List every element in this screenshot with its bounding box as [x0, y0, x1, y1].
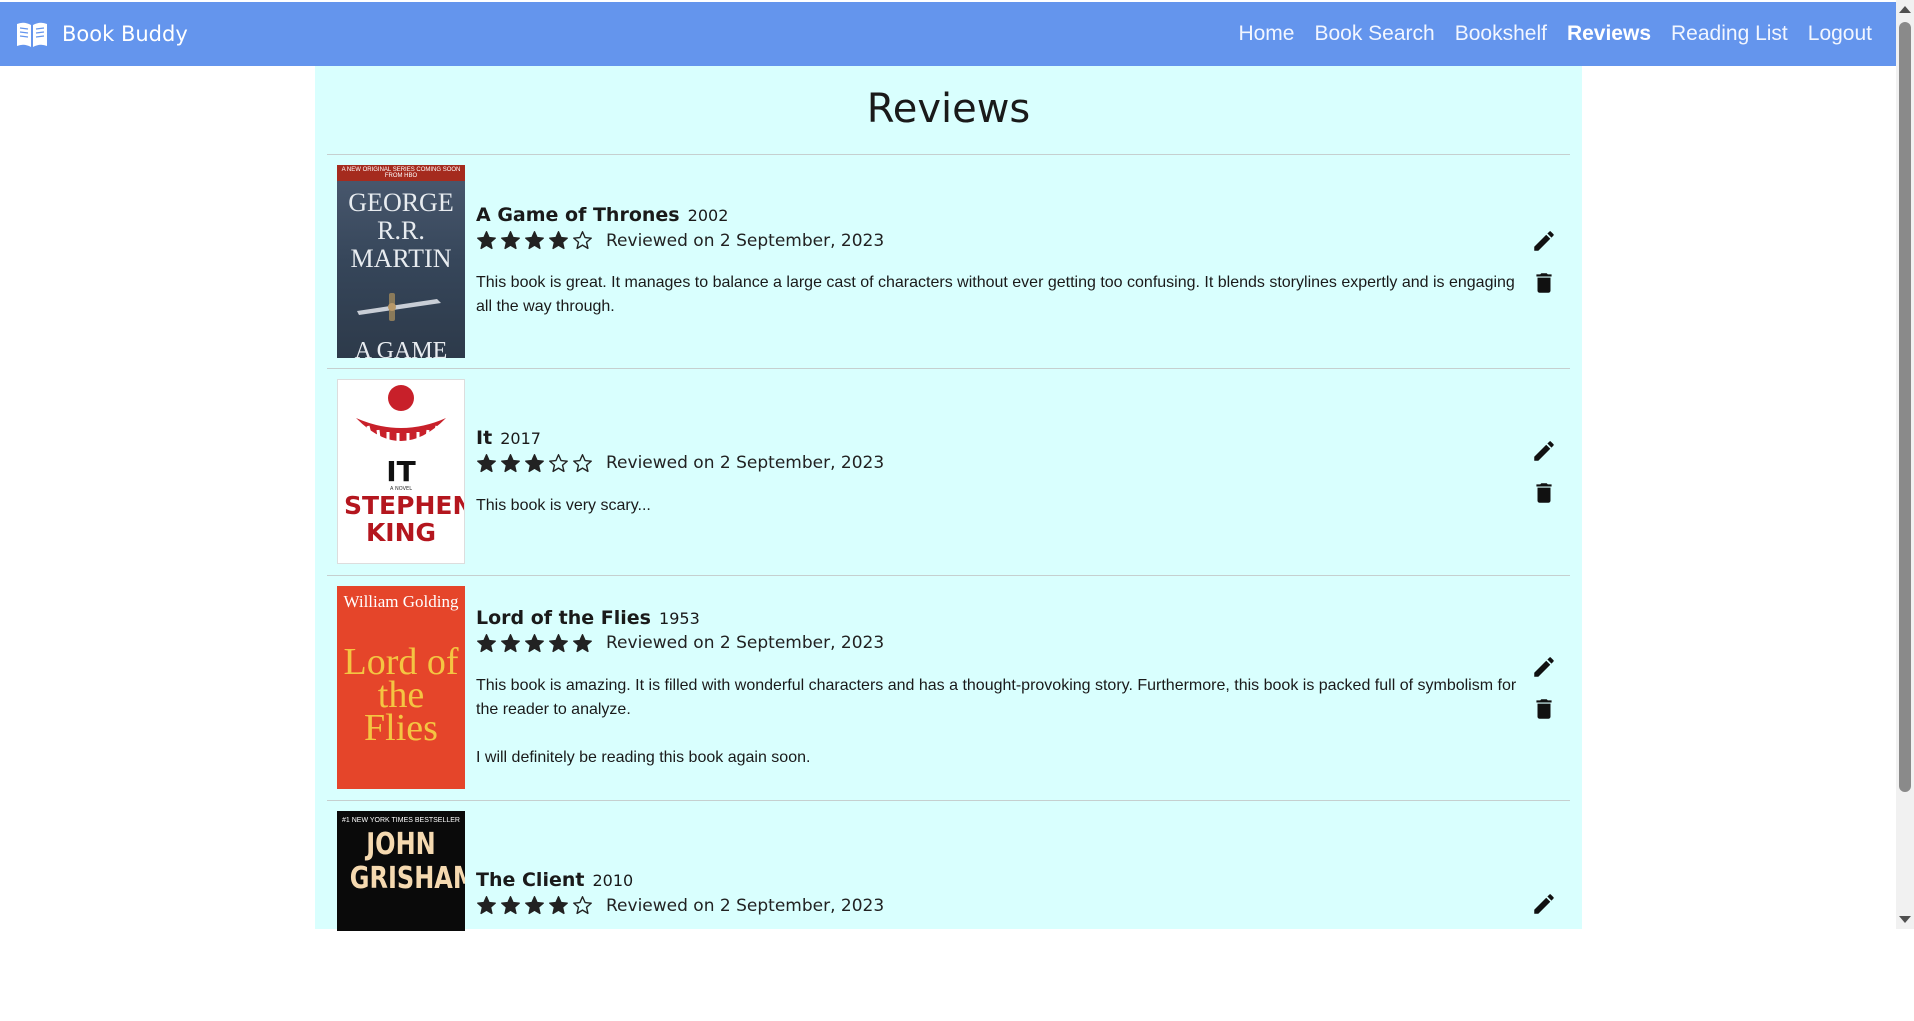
pencil-icon[interactable]: [1531, 891, 1557, 917]
nav-link-home[interactable]: Home: [1238, 22, 1294, 46]
page-scrollbar[interactable]: [1896, 0, 1914, 929]
nav-link-bookshelf[interactable]: Bookshelf: [1455, 22, 1547, 46]
review-text: This book is amazing. It is filled with …: [476, 676, 1517, 766]
cover-top-banner: #1 NEW YORK TIMES BESTSELLER: [341, 817, 460, 824]
star-filled-icon: [477, 633, 496, 652]
cover-author: STEPHEN KING: [344, 491, 465, 547]
review-body: Lord of the Flies 1953 Reviewed on 2 Sep…: [465, 586, 1517, 790]
star-filled-icon: [501, 633, 520, 652]
star-rating: [476, 633, 593, 654]
open-book-icon: [17, 22, 47, 47]
review-item: IT A NOVEL STEPHEN KING It 2017 Reviewed…: [327, 369, 1570, 576]
reviewed-date: Reviewed on 2 September, 2023: [606, 633, 885, 653]
nav-link-reviews[interactable]: Reviews: [1567, 22, 1651, 46]
scroll-down-arrow-icon[interactable]: [1899, 916, 1911, 923]
nav-link-reading-list[interactable]: Reading List: [1671, 22, 1788, 46]
nav-link-logout[interactable]: Logout: [1808, 22, 1872, 46]
star-filled-icon: [525, 231, 544, 250]
reviewed-date: Reviewed on 2 September, 2023: [606, 895, 885, 916]
book-title: The Client: [476, 869, 585, 891]
star-filled-icon: [477, 231, 496, 250]
review-body: A Game of Thrones 2002 Reviewed on 2 Sep…: [465, 165, 1517, 358]
nav-links: Home Book Search Bookshelf Reviews Readi…: [1238, 22, 1872, 46]
review-item: William Golding Lord of the Flies Lord o…: [327, 576, 1570, 801]
rating-row: Reviewed on 2 September, 2023: [476, 453, 1517, 474]
sword-image: [357, 293, 441, 321]
book-year: 2002: [687, 206, 729, 225]
star-filled-icon: [477, 896, 496, 915]
book-cover: A NEW ORIGINAL SERIES COMING SOON FROM H…: [337, 165, 465, 358]
review-title-row: Lord of the Flies 1953: [476, 607, 1517, 629]
book-title: It: [476, 426, 493, 449]
star-empty-icon: [549, 453, 568, 472]
nav-link-book-search[interactable]: Book Search: [1314, 22, 1434, 46]
book-cover: #1 NEW YORK TIMES BESTSELLER JOHN GRISHA…: [337, 811, 465, 931]
star-rating: [476, 230, 593, 251]
review-actions: [1517, 379, 1570, 565]
book-year: 1953: [659, 608, 700, 628]
book-year: 2017: [500, 428, 541, 448]
star-filled-icon: [501, 896, 520, 915]
book-cover: IT A NOVEL STEPHEN KING: [337, 379, 465, 564]
trash-icon[interactable]: [1531, 696, 1557, 722]
review-actions: [1517, 811, 1570, 1011]
star-filled-icon: [549, 231, 568, 250]
pencil-icon[interactable]: [1531, 228, 1557, 254]
review-body: It 2017 Reviewed on 2 September, 2023 Th…: [465, 379, 1517, 565]
review-actions: [1517, 165, 1570, 358]
pencil-icon[interactable]: [1531, 654, 1557, 680]
review-body: The Client 2010 Reviewed on 2 September,…: [465, 811, 1517, 1011]
review-text: This book is great. It manages to balanc…: [476, 274, 1515, 315]
navbar: Book Buddy Home Book Search Bookshelf Re…: [0, 0, 1896, 66]
review-title-row: The Client 2010: [476, 869, 1517, 891]
cover-author: JOHN GRISHAM: [349, 827, 465, 896]
star-filled-icon: [477, 453, 496, 472]
review-item: A NEW ORIGINAL SERIES COMING SOON FROM H…: [327, 155, 1570, 369]
cover-author: William Golding: [343, 592, 459, 611]
trash-icon[interactable]: [1531, 270, 1557, 296]
rating-row: Reviewed on 2 September, 2023: [476, 895, 1517, 916]
star-filled-icon: [525, 453, 544, 472]
cover-top-banner: A NEW ORIGINAL SERIES COMING SOON FROM H…: [337, 165, 465, 181]
star-empty-icon: [573, 231, 592, 250]
cover-title: IT: [386, 455, 416, 488]
review-text: This book is very scary...: [476, 496, 651, 514]
cover-author: GEORGE R.R. MARTIN: [348, 188, 454, 273]
star-filled-icon: [549, 896, 568, 915]
trash-icon[interactable]: [1531, 480, 1557, 506]
scroll-thumb[interactable]: [1899, 22, 1911, 792]
reviewed-date: Reviewed on 2 September, 2023: [606, 453, 885, 473]
book-title: Lord of the Flies: [476, 606, 651, 629]
brand[interactable]: Book Buddy: [14, 16, 188, 52]
cover-title: A GAME OF THRONES: [354, 338, 448, 358]
review-actions: [1517, 586, 1570, 790]
pencil-icon[interactable]: [1531, 438, 1557, 464]
star-filled-icon: [501, 453, 520, 472]
star-filled-icon: [549, 633, 568, 652]
reviews-panel: Reviews A NEW ORIGINAL SERIES COMING SOO…: [315, 66, 1582, 931]
star-rating: [476, 895, 593, 916]
star-filled-icon: [525, 896, 544, 915]
star-filled-icon: [525, 633, 544, 652]
star-empty-icon: [573, 453, 592, 472]
star-rating: [476, 453, 593, 474]
page-title: Reviews: [327, 66, 1570, 155]
reviewed-date: Reviewed on 2 September, 2023: [606, 230, 885, 251]
star-empty-icon: [573, 896, 592, 915]
star-filled-icon: [501, 231, 520, 250]
review-title-row: It 2017: [476, 427, 1517, 449]
book-year: 2010: [592, 871, 634, 890]
brand-name: Book Buddy: [62, 22, 188, 46]
rating-row: Reviewed on 2 September, 2023: [476, 230, 1517, 251]
book-cover: William Golding Lord of the Flies: [337, 586, 465, 789]
review-item: #1 NEW YORK TIMES BESTSELLER JOHN GRISHA…: [327, 801, 1570, 1021]
cover-title: Lord of the Flies: [343, 641, 459, 749]
book-title: A Game of Thrones: [476, 204, 680, 226]
rating-row: Reviewed on 2 September, 2023: [476, 633, 1517, 654]
clown-smile-image: [356, 385, 446, 442]
review-title-row: A Game of Thrones 2002: [476, 204, 1517, 226]
star-filled-icon: [573, 633, 592, 652]
scroll-up-arrow-icon[interactable]: [1899, 6, 1911, 13]
